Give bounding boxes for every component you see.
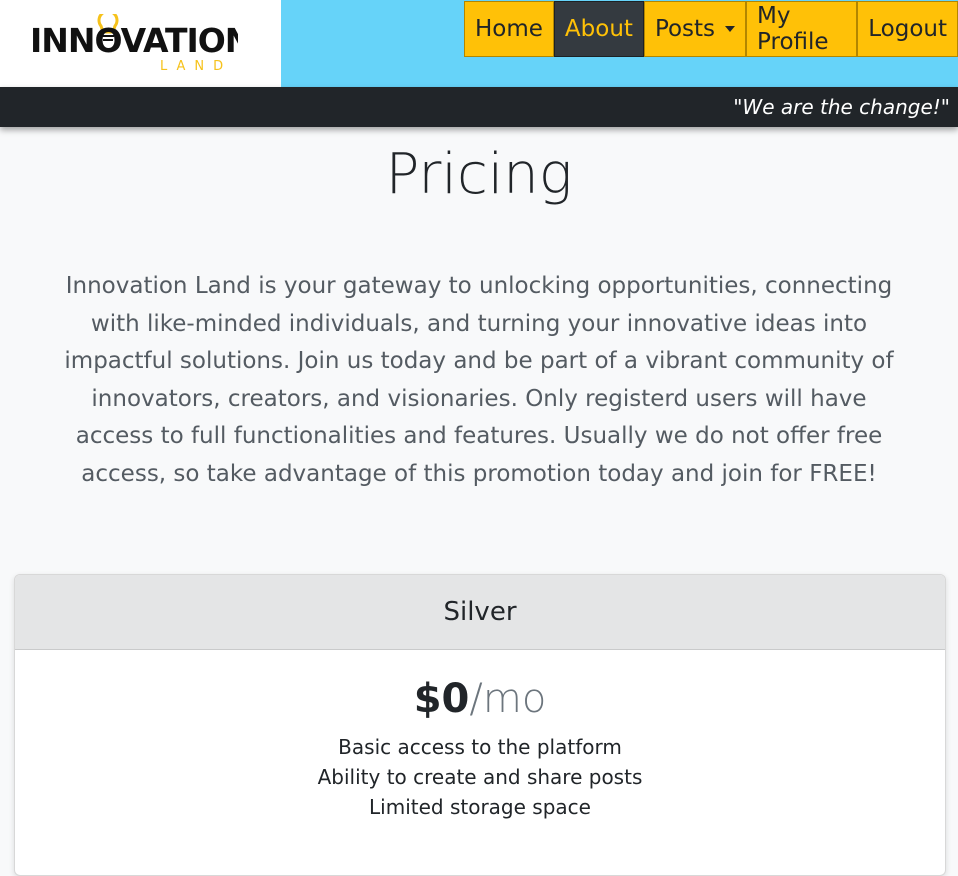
svg-text:INNOVATION: INNOVATION: [30, 21, 238, 60]
nav-about-label: About: [564, 16, 633, 42]
nav-logout-label: Logout: [868, 16, 947, 42]
nav-my-profile[interactable]: My Profile: [746, 1, 858, 57]
logo-container[interactable]: INNOVATION LAND: [0, 0, 281, 87]
nav-posts-dropdown[interactable]: Posts: [643, 1, 747, 57]
slogan-text: "We are the change!": [733, 95, 950, 119]
plan-features: Basic access to the platform Ability to …: [15, 732, 945, 822]
nav-home-label: Home: [475, 16, 543, 42]
slogan-bar: "We are the change!": [0, 87, 958, 127]
plan-price: $0/mo: [15, 676, 945, 722]
caret-down-icon: [725, 26, 736, 32]
nav-about[interactable]: About: [553, 1, 644, 57]
main-nav: Home About Posts My Profile Logout: [464, 1, 958, 57]
svg-text:LAND: LAND: [160, 59, 232, 72]
plan-name: Silver: [15, 575, 945, 650]
site-header: INNOVATION LAND Home About Posts My Prof…: [0, 0, 958, 87]
intro-paragraph: Innovation Land is your gateway to unloc…: [64, 273, 894, 487]
nav-logout[interactable]: Logout: [857, 1, 958, 57]
innovation-land-logo: INNOVATION LAND: [30, 14, 238, 72]
feature-item: Ability to create and share posts: [317, 765, 643, 789]
nav-my-profile-label: My Profile: [757, 3, 829, 55]
feature-item: Limited storage space: [369, 795, 591, 819]
pricing-card-silver: Silver $0/mo Basic access to the platfor…: [14, 574, 946, 876]
nav-posts-label: Posts: [654, 16, 716, 42]
feature-item: Basic access to the platform: [338, 735, 622, 759]
price-period: /mo: [469, 676, 547, 722]
page-title: Pricing: [385, 142, 573, 207]
nav-home[interactable]: Home: [464, 1, 554, 57]
price-amount: $0: [413, 676, 470, 722]
